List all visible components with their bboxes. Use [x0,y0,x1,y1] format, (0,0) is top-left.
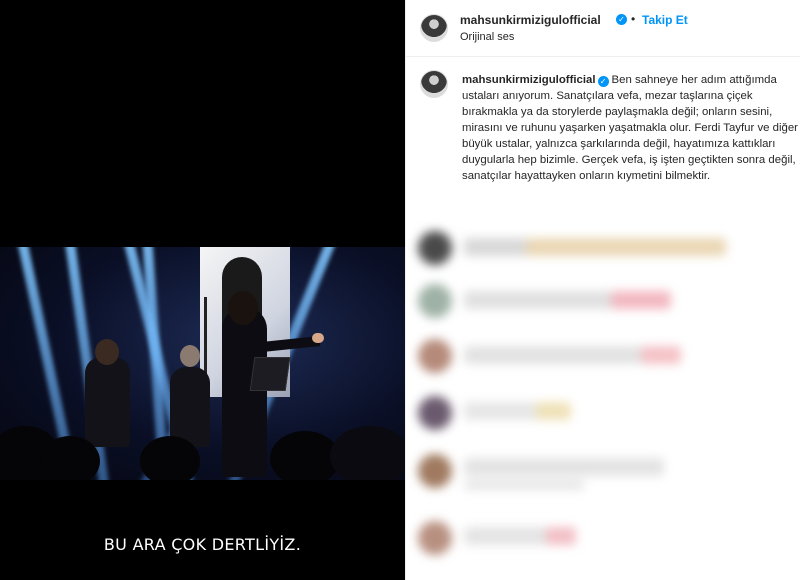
post-caption: mahsunkirmizigulofficial ✓ Ben sahneye her… [462,72,798,184]
header-username[interactable]: mahsunkirmizigulofficial [460,13,601,27]
caption-avatar[interactable] [420,70,448,98]
list-item[interactable] [406,390,800,440]
caption-username[interactable]: mahsunkirmizigulofficial [462,74,596,86]
verified-check-icon: ✓ [616,14,627,25]
post-header: mahsunkirmizigulofficial ✓ • Takip Et Or… [406,0,800,57]
list-item[interactable] [406,333,800,383]
audio-link[interactable]: Orijinal ses [460,31,514,43]
post-details-panel: mahsunkirmizigulofficial ✓ • Takip Et Or… [405,0,800,580]
video-subtitle: BU ARA ÇOK DERTLİYİZ. [103,535,302,554]
concert-scene [0,247,405,480]
avatar[interactable] [420,14,448,42]
verified-check-icon: ✓ [597,76,609,87]
list-item[interactable] [406,515,800,565]
caption-text: Ben sahneye her adım attığımda ustaları … [462,74,798,182]
post-media-video[interactable]: BU ARA ÇOK DERTLİYİZ. [0,0,405,580]
list-item[interactable] [406,225,800,275]
list-item[interactable] [406,278,800,328]
list-item[interactable] [406,448,800,498]
follow-button[interactable]: Takip Et [642,13,688,27]
separator-dot: • [631,12,636,26]
